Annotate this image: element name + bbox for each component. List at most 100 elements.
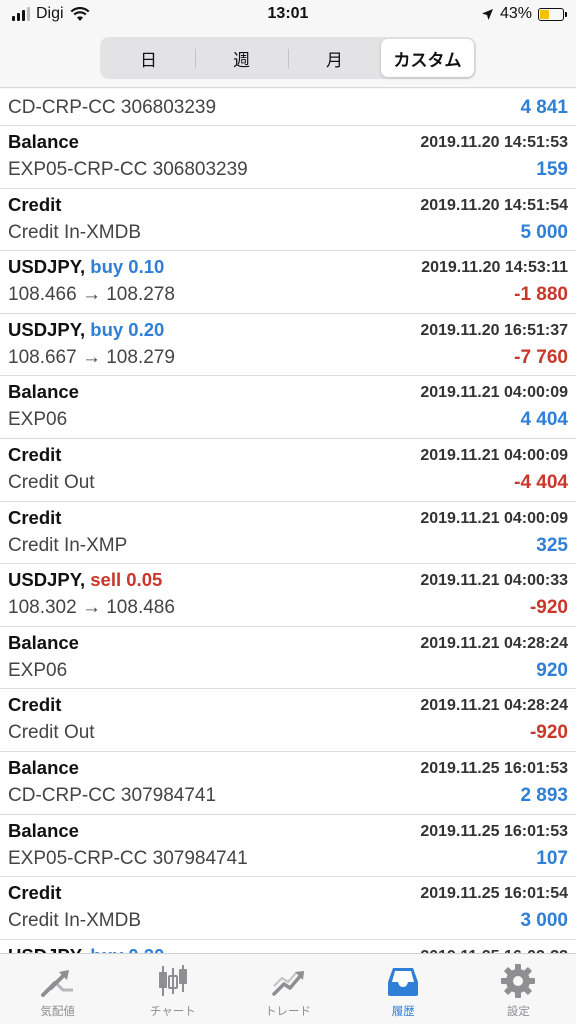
tab-settings[interactable]: 設定 [461, 954, 576, 1024]
deal-action: buy 0.20 [90, 318, 165, 340]
history-row-title: Credit [8, 507, 61, 529]
deal-amount: 2 893 [520, 784, 568, 806]
segment-month[interactable]: 月 [288, 39, 381, 77]
deal-amount: -4 404 [514, 471, 568, 493]
status-right: 43% [481, 5, 567, 23]
deal-amount: -920 [529, 722, 568, 744]
deal-type: Balance [8, 381, 79, 403]
deal-type: USDJPY, [8, 569, 86, 591]
deal-timestamp: 2019.11.20 16:51:37 [420, 321, 568, 339]
candlestick-chart-icon [158, 965, 187, 996]
tab-chart[interactable]: チャート [115, 954, 230, 1024]
deal-type: Credit [8, 506, 62, 528]
history-row-title: USDJPY, buy 0.20 [8, 319, 164, 341]
deal-type: Credit [8, 193, 62, 215]
deal-detail: 108.466 → 108.278 [8, 284, 175, 306]
history-row[interactable]: Balance 2019.11.25 16:01:53 CD-CRP-CC 3079… [0, 752, 576, 815]
tab-quotes[interactable]: 気配値 [0, 954, 115, 1024]
history-row[interactable]: USDJPY, sell 0.05 2019.11.21 04:00:33 108.… [0, 564, 576, 627]
deal-detail: CD-CRP-CC 307984741 [8, 784, 217, 806]
history-row-title: Balance [8, 632, 79, 654]
deal-type: Balance [8, 819, 79, 841]
deal-amount: -7 760 [514, 346, 568, 368]
deal-amount: 5 000 [520, 221, 568, 243]
history-row-title: Balance [8, 381, 79, 403]
deal-detail: EXP06 [8, 659, 68, 681]
history-row-title: USDJPY, buy 0.10 [8, 256, 164, 278]
deal-type: Balance [8, 631, 79, 653]
deal-amount: 107 [536, 847, 568, 869]
history-row[interactable]: Credit 2019.11.20 14:51:54 Credit In-XMDB 5… [0, 189, 576, 252]
history-row-title: Credit [8, 882, 61, 904]
deal-type: USDJPY, [8, 945, 85, 953]
deal-action: sell 0.05 [90, 569, 163, 591]
tab-label-trade: トレード [265, 1006, 311, 1018]
tab-label-history: 履歴 [391, 1006, 415, 1018]
history-row[interactable]: CD-CRP-CC 306803239 4 841 [0, 89, 576, 126]
deal-detail: Credit Out [8, 722, 95, 744]
deal-timestamp: 2019.11.20 14:53:11 [421, 259, 568, 277]
deal-amount: 920 [536, 659, 568, 681]
history-row[interactable]: USDJPY, buy 0.202019.11.25 16:02:33 [0, 940, 576, 953]
tab-history[interactable]: 履歴 [346, 954, 461, 1024]
deal-amount: 4 841 [520, 97, 568, 118]
deal-detail: Credit Out [8, 471, 95, 493]
history-row[interactable]: Credit 2019.11.21 04:28:24 Credit Out -920 [0, 689, 576, 752]
deal-detail: Credit In-XMDB [8, 910, 142, 932]
period-filter-bar: 日 週 月 カスタム [0, 36, 576, 88]
history-row-title: USDJPY, buy 0.20 [8, 945, 164, 953]
deal-timestamp: 2019.11.21 04:00:09 [420, 446, 568, 464]
deal-amount: 4 404 [520, 409, 568, 431]
segment-custom[interactable]: カスタム [381, 39, 474, 77]
history-row-title: Balance [8, 757, 79, 779]
history-row[interactable]: Balance 2019.11.20 14:51:53 EXP05-CRP-CC 3… [0, 126, 576, 189]
tab-bar: 気配値 チャート トレード 履歴 設定 [0, 953, 576, 1024]
deal-type: Balance [8, 756, 79, 778]
history-row[interactable]: Balance 2019.11.21 04:28:24 EXP06 920 [0, 627, 576, 690]
deal-timestamp: 2019.11.25 16:01:53 [420, 759, 568, 777]
deal-detail: EXP05-CRP-CC 307984741 [8, 847, 248, 869]
deal-type: USDJPY, [8, 318, 86, 340]
battery-percent: 43% [499, 5, 532, 22]
segment-week[interactable]: 週 [195, 39, 288, 77]
tab-label-quotes: 気配値 [40, 1006, 75, 1018]
history-row-title: Credit [8, 194, 61, 216]
history-row[interactable]: USDJPY, buy 0.20 2019.11.20 16:51:37 108.6… [0, 314, 576, 377]
tab-label-settings: 設定 [506, 1006, 530, 1018]
tab-label-chart: チャート [149, 1006, 196, 1018]
quotes-icon [40, 970, 73, 997]
deal-amount: -920 [529, 597, 568, 619]
deal-timestamp: 2019.11.21 04:00:33 [420, 572, 568, 590]
status-bar: Digi 13:01 43% [0, 0, 576, 30]
battery-icon [538, 7, 567, 21]
history-row-title: Credit [8, 694, 61, 716]
deal-detail: EXP06 [8, 409, 68, 431]
deal-timestamp: 2019.11.21 04:00:09 [420, 384, 568, 402]
deal-type: USDJPY, [8, 256, 86, 278]
deal-detail: 108.302 → 108.486 [8, 597, 175, 619]
period-segmented-control: 日 週 月 カスタム [100, 37, 476, 79]
deal-timestamp: 2019.11.20 14:51:53 [420, 134, 568, 151]
history-row[interactable]: Credit 2019.11.21 04:00:09 Credit In-XMP 32… [0, 502, 576, 565]
trade-icon [272, 971, 304, 996]
deal-amount: -1 880 [514, 284, 568, 306]
deal-timestamp: 2019.11.25 16:01:54 [420, 885, 568, 903]
history-row[interactable]: Credit 2019.11.21 04:00:09 Credit Out -4 40… [0, 439, 576, 502]
deal-action: buy 0.10 [90, 256, 165, 278]
history-row[interactable]: Balance 2019.11.21 04:00:09 EXP06 4 404 [0, 376, 576, 439]
deal-type: Credit [8, 882, 62, 904]
history-row[interactable]: Credit 2019.11.25 16:01:54 Credit In-XMDB 3… [0, 877, 576, 940]
deal-action: buy 0.20 [90, 945, 164, 953]
deal-detail: Credit In-XMP [8, 534, 128, 556]
history-row-title: Balance [8, 820, 79, 842]
location-arrow-icon [481, 8, 493, 20]
history-row[interactable]: Balance 2019.11.25 16:01:53 EXP05-CRP-CC 3… [0, 815, 576, 878]
history-row-title: Credit [8, 444, 61, 466]
deal-detail: 108.667 → 108.279 [8, 346, 175, 368]
segment-day[interactable]: 日 [102, 39, 195, 77]
deal-amount: 159 [536, 159, 568, 180]
history-list[interactable]: CD-CRP-CC 306803239 4 841 Balance 2019.11.2… [0, 89, 576, 953]
tab-trade[interactable]: トレード [230, 954, 345, 1024]
deal-timestamp: 2019.11.21 04:28:24 [420, 697, 568, 715]
history-row[interactable]: USDJPY, buy 0.10 2019.11.20 14:53:11 108.4… [0, 251, 576, 314]
